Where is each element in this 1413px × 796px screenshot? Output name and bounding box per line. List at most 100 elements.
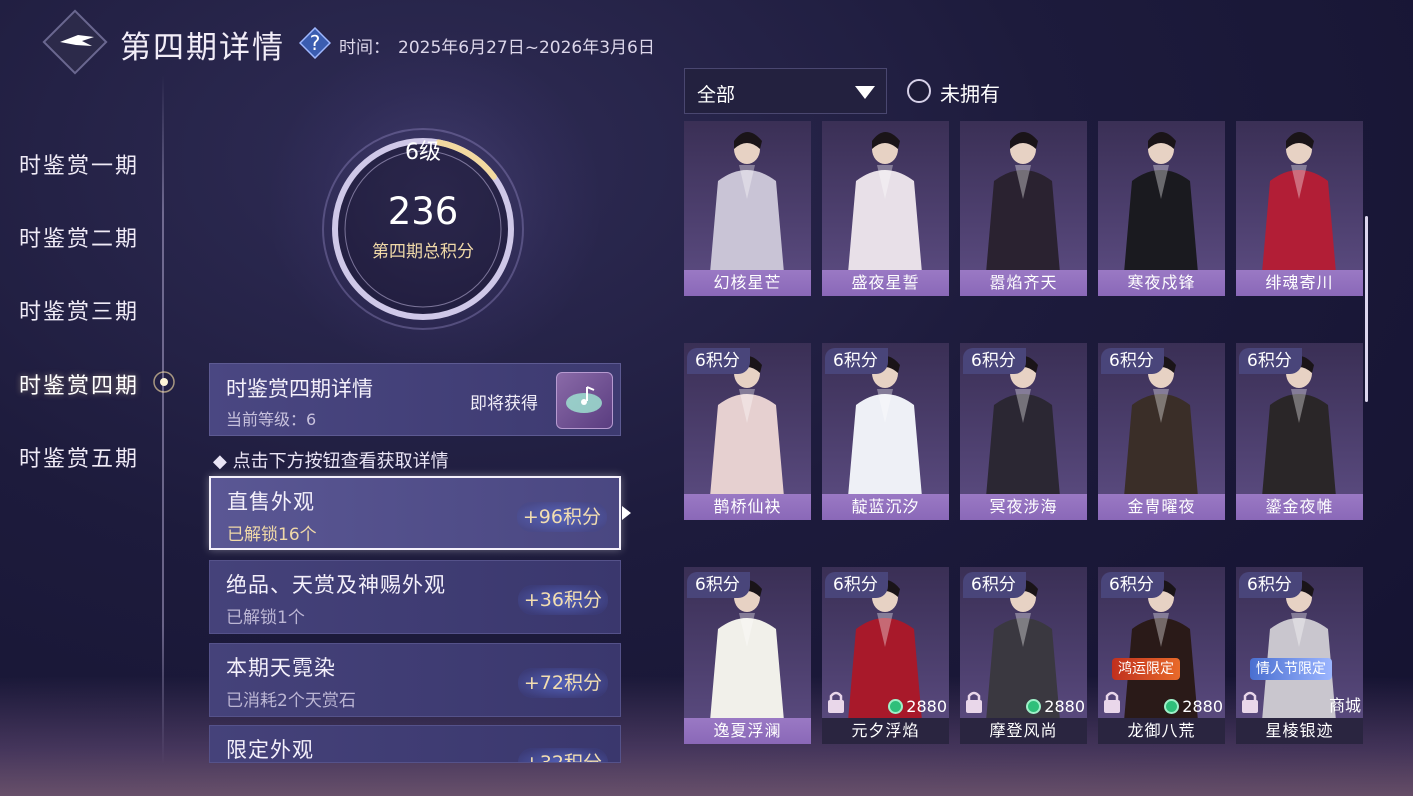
category-title: 绝品、天赏及神赐外观 (226, 573, 446, 597)
jade-coin-icon (1026, 699, 1042, 714)
lock-icon (1242, 691, 1258, 713)
limited-tag: 情人节限定 (1250, 658, 1332, 680)
upcoming-reward-icon[interactable] (556, 372, 613, 429)
outfit-name: 靛蓝沉汐 (822, 494, 949, 520)
hint-text: ◆ 点击下方按钮查看获取详情 (213, 451, 449, 472)
selected-arrow-icon (622, 506, 631, 520)
filter-value: 全部 (697, 84, 736, 106)
outfit-name: 逸夏浮澜 (684, 718, 811, 744)
outfit-card[interactable]: 嚣焰齐天 (960, 121, 1087, 296)
time-value: 2025年6月27日~2026年3月6日 (398, 38, 655, 58)
total-score: 236 (387, 190, 459, 233)
level-ring: 6级 236 第四期总积分 (318, 124, 528, 334)
category-sub: 已消耗2个天赏石 (226, 691, 356, 711)
outfit-name: 寒夜戍锋 (1098, 270, 1225, 296)
price-label: 2880 (1164, 697, 1223, 716)
points-badge: 6积分 (1101, 348, 1164, 374)
not-owned-radio[interactable] (907, 79, 931, 103)
outfit-card[interactable]: 6积分 鸿运限定 2880 龙御八荒 (1098, 567, 1225, 744)
outfit-name: 冥夜涉海 (960, 494, 1087, 520)
price-label: 2880 (888, 697, 947, 716)
outfit-name: 元夕浮焰 (822, 718, 949, 744)
category-limited[interactable]: 限定外观 +32积分 (209, 725, 621, 763)
outfit-card[interactable]: 6积分 靛蓝沉汐 (822, 343, 949, 520)
outfit-card[interactable]: 6积分逸夏浮澜 (684, 567, 811, 744)
price-label: 商城 (1329, 692, 1361, 716)
category-direct-sale[interactable]: 直售外观 已解锁16个 +96积分 (209, 476, 621, 550)
total-score-label: 第四期总积分 (372, 242, 474, 262)
outfit-card[interactable]: 绯魂寄川 (1236, 121, 1363, 296)
category-dye[interactable]: 本期天霓染 已消耗2个天赏石 +72积分 (209, 643, 621, 717)
outfit-name: 盛夜星誓 (822, 270, 949, 296)
points-badge: 6积分 (963, 348, 1026, 374)
page-title: 第四期详情 (120, 30, 285, 66)
category-premium[interactable]: 绝品、天赏及神赐外观 已解锁1个 +36积分 (209, 560, 621, 634)
not-owned-label[interactable]: 未拥有 (940, 78, 1000, 107)
category-points: +32积分 (517, 748, 608, 762)
nav-item-season-2[interactable]: 时鉴赏二期 (19, 221, 139, 253)
points-badge: 6积分 (1239, 572, 1302, 598)
outfit-card[interactable]: 6积分鹊桥仙袂 (684, 343, 811, 520)
category-title: 本期天霓染 (226, 656, 336, 680)
outfit-card[interactable]: 寒夜戍锋 (1098, 121, 1225, 296)
price-value: 2880 (1044, 697, 1085, 716)
price-value: 商城 (1328, 696, 1361, 715)
points-badge: 6积分 (1101, 572, 1164, 598)
time-label: 时间： (339, 38, 390, 58)
lock-icon (828, 691, 844, 713)
outfit-card[interactable]: 盛夜星誓 (822, 121, 949, 296)
outfit-card[interactable]: 6积分冥夜涉海 (960, 343, 1087, 520)
outfit-name: 鎏金夜帷 (1236, 494, 1363, 520)
category-points: +96积分 (516, 502, 607, 532)
nav-item-season-1[interactable]: 时鉴赏一期 (19, 148, 139, 180)
points-badge: 6积分 (1239, 348, 1302, 374)
nav-item-season-3[interactable]: 时鉴赏三期 (19, 294, 139, 326)
season-detail-panel[interactable]: 时鉴赏四期详情 当前等级：6 即将获得 (209, 363, 621, 436)
svg-text:?: ? (310, 31, 321, 55)
price-value: 2880 (906, 697, 947, 716)
category-sub: 已解锁16个 (227, 525, 317, 545)
back-arrow-icon (60, 35, 94, 46)
outfit-name: 嚣焰齐天 (960, 270, 1087, 296)
outfit-name: 幻核星芒 (684, 270, 811, 296)
outfit-name: 绯魂寄川 (1236, 270, 1363, 296)
category-points: +72积分 (517, 668, 608, 698)
points-badge: 6积分 (687, 572, 750, 598)
outfit-card[interactable]: 6积分鎏金夜帷 (1236, 343, 1363, 520)
outfit-name: 摩登风尚 (960, 718, 1087, 744)
nav-item-season-5[interactable]: 时鉴赏五期 (19, 441, 139, 473)
question-icon[interactable]: ? (299, 27, 331, 59)
outfit-card[interactable]: 6积分 2880 元夕浮焰 (822, 567, 949, 744)
nav-divider (162, 75, 164, 765)
nav-item-season-4[interactable]: 时鉴赏四期 (19, 368, 139, 400)
upcoming-reward-label: 即将获得 (470, 394, 538, 414)
outfit-card[interactable]: 6积分情人节限定商城星棱银迹 (1236, 567, 1363, 744)
lock-icon (1104, 691, 1120, 713)
level-label: 6级 (405, 140, 441, 165)
points-badge: 6积分 (963, 572, 1026, 598)
category-sub: 已解锁1个 (226, 608, 305, 628)
category-title: 限定外观 (226, 738, 314, 762)
points-badge: 6积分 (825, 572, 888, 598)
outfit-card[interactable]: 6积分 2880 摩登风尚 (960, 567, 1087, 744)
caret-down-icon (855, 86, 875, 99)
outfit-grid: 幻核星芒 盛夜星誓 嚣焰齐天 寒夜戍锋 绯魂寄川 6积分 鹊桥仙袂 6积分 靛蓝沉汐 6积分 冥夜涉… (684, 121, 1364, 761)
detail-title: 时鉴赏四期详情 (226, 377, 373, 401)
category-title: 直售外观 (227, 490, 315, 514)
outfit-card[interactable]: 6积分金冑曜夜 (1098, 343, 1225, 520)
outfit-card[interactable]: 幻核星芒 (684, 121, 811, 296)
grid-scrollbar[interactable] (1365, 216, 1368, 402)
lock-icon (966, 691, 982, 713)
current-level: 当前等级：6 (226, 410, 317, 429)
price-label: 2880 (1026, 697, 1085, 716)
outfit-name: 星棱银迹 (1236, 718, 1363, 744)
points-badge: 6积分 (687, 348, 750, 374)
outfit-name: 金冑曜夜 (1098, 494, 1225, 520)
price-value: 2880 (1182, 697, 1223, 716)
outfit-name: 鹊桥仙袂 (684, 494, 811, 520)
filter-dropdown[interactable]: 全部 (684, 68, 887, 114)
jade-coin-icon (888, 699, 904, 714)
reward-item-icon (566, 386, 602, 413)
outfit-name: 龙御八荒 (1098, 718, 1225, 744)
active-marker-icon (153, 371, 175, 393)
